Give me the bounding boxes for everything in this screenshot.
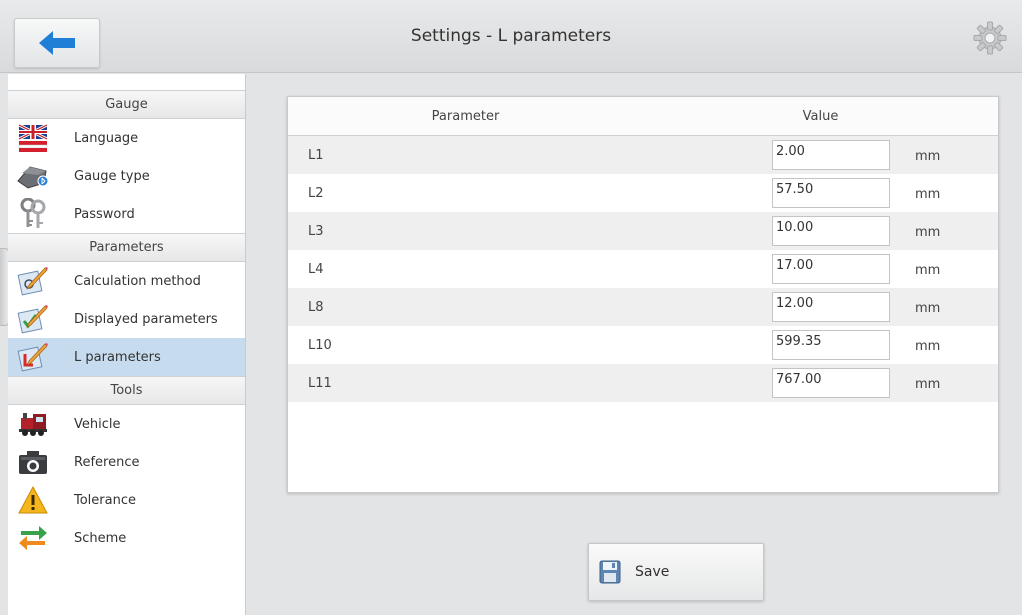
- table-row: L8 mm: [288, 288, 998, 326]
- unit-label: mm: [915, 339, 941, 354]
- unit-label: mm: [915, 377, 941, 392]
- sidebar-item-label: Reference: [74, 454, 140, 470]
- sidebar-item-tolerance[interactable]: Tolerance: [8, 481, 245, 519]
- arrow-left-icon: [37, 28, 77, 58]
- sidebar-item-calculation-method[interactable]: Calculation method: [8, 262, 245, 300]
- locomotive-icon: [16, 409, 50, 439]
- table-row: L2 mm: [288, 174, 998, 212]
- unit-label: mm: [915, 225, 941, 240]
- gear-icon: [972, 20, 1008, 56]
- sidebar-item-scheme[interactable]: Scheme: [8, 519, 245, 557]
- sidebar-item-displayed-parameters[interactable]: Displayed parameters: [8, 300, 245, 338]
- section-header-gauge: Gauge: [8, 90, 245, 119]
- l-edit-icon: [16, 342, 50, 372]
- sidebar-item-label: Tolerance: [74, 492, 136, 508]
- back-button[interactable]: [14, 18, 100, 68]
- parameter-value-input[interactable]: [772, 216, 890, 246]
- parameters-table: Parameter Value L1 mm L2 mm L3 mm L4 mm …: [287, 96, 999, 493]
- save-button-label: Save: [635, 564, 670, 580]
- checklist-edit-icon: [16, 304, 50, 334]
- parameter-name: L10: [308, 337, 332, 353]
- camera-icon: [16, 447, 50, 477]
- parameter-value-input[interactable]: [772, 178, 890, 208]
- sidebar-item-reference[interactable]: Reference: [8, 443, 245, 481]
- table-row: L3 mm: [288, 212, 998, 250]
- unit-label: mm: [915, 263, 941, 278]
- parameter-value-input[interactable]: [772, 140, 890, 170]
- table-row: L10 mm: [288, 326, 998, 364]
- sidebar-item-gauge-type[interactable]: Gauge type: [8, 157, 245, 195]
- settings-button[interactable]: [972, 20, 1008, 56]
- table-row: L4 mm: [288, 250, 998, 288]
- keys-icon: [16, 198, 50, 229]
- swap-arrows-icon: [16, 523, 50, 553]
- column-header-parameter: Parameter: [431, 108, 500, 124]
- unit-label: mm: [915, 187, 941, 202]
- sidebar-item-label: Vehicle: [74, 416, 121, 432]
- sidebar: Gauge Language Gauge type Password Param…: [8, 74, 246, 615]
- gauge-device-icon: [16, 161, 50, 191]
- section-header-parameters: Parameters: [8, 233, 245, 262]
- column-header-value: Value: [802, 108, 839, 124]
- uk-flag-icon: [16, 123, 50, 153]
- sidebar-item-label: Language: [74, 130, 139, 146]
- parameter-value-input[interactable]: [772, 330, 890, 360]
- table-row: L1 mm: [288, 136, 998, 174]
- title-bar: Settings - L parameters: [0, 0, 1022, 73]
- parameter-name: L8: [308, 299, 324, 315]
- warning-icon: [16, 485, 50, 515]
- parameter-name: L3: [308, 223, 324, 239]
- sidebar-item-label: L parameters: [74, 349, 161, 365]
- table-header: Parameter Value: [288, 97, 998, 136]
- sidebar-item-l-parameters[interactable]: L parameters: [8, 338, 245, 376]
- unit-label: mm: [915, 301, 941, 316]
- parameter-name: L1: [308, 147, 324, 163]
- sidebar-item-password[interactable]: Password: [8, 195, 245, 233]
- unit-label: mm: [915, 149, 941, 164]
- sidebar-item-language[interactable]: Language: [8, 119, 245, 157]
- sidebar-item-label: Scheme: [74, 530, 127, 546]
- parameter-name: L4: [308, 261, 324, 277]
- section-header-tools: Tools: [8, 376, 245, 405]
- table-body: L1 mm L2 mm L3 mm L4 mm L8 mm L10 mm: [288, 136, 998, 402]
- save-button[interactable]: Save: [588, 543, 764, 601]
- sidebar-item-label: Displayed parameters: [74, 311, 218, 327]
- calculation-edit-icon: [16, 266, 50, 296]
- parameter-value-input[interactable]: [772, 254, 890, 284]
- parameter-name: L11: [308, 375, 332, 391]
- sidebar-item-label: Gauge type: [74, 168, 150, 184]
- floppy-disk-icon: [599, 560, 621, 584]
- parameter-value-input[interactable]: [772, 368, 890, 398]
- parameter-name: L2: [308, 185, 324, 201]
- sidebar-item-label: Calculation method: [74, 273, 201, 289]
- sidebar-item-label: Password: [74, 206, 135, 222]
- parameter-value-input[interactable]: [772, 292, 890, 322]
- page-title: Settings - L parameters: [410, 26, 612, 46]
- sidebar-item-vehicle[interactable]: Vehicle: [8, 405, 245, 443]
- table-row: L11 mm: [288, 364, 998, 402]
